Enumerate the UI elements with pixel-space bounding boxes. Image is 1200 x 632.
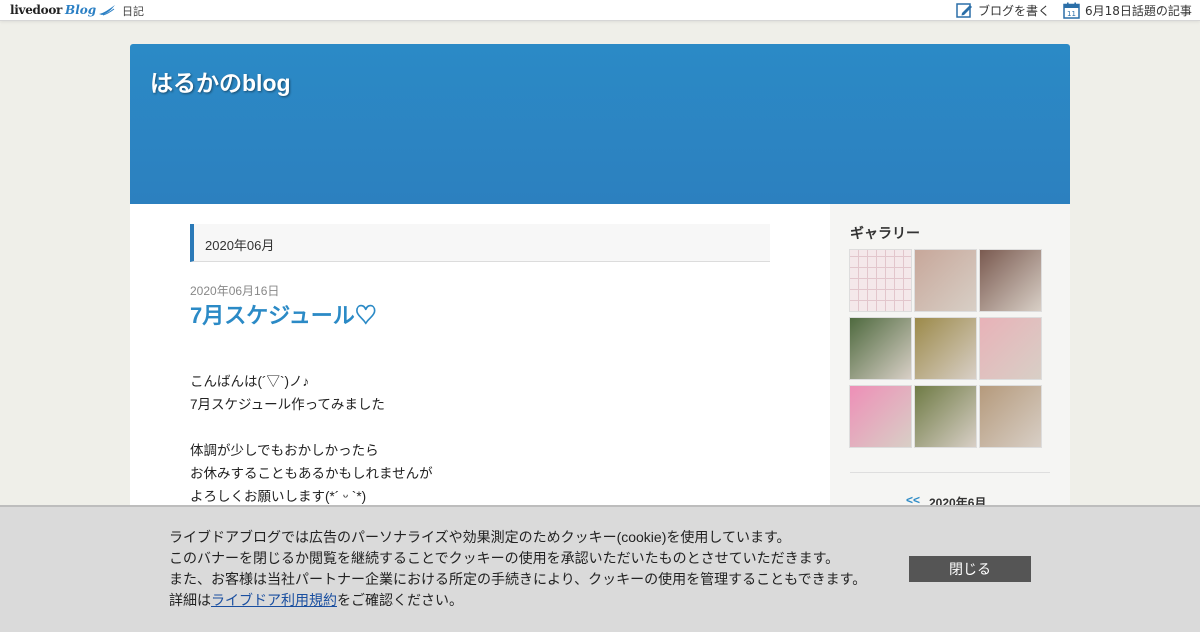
gallery-thumbnail[interactable] [980,386,1041,447]
topic-articles-link[interactable]: 11 6月18日話題の記事 [1063,1,1192,19]
terms-of-use-link[interactable]: ライブドア利用規約 [211,592,337,608]
post-line: 体調が少しでもおかしかったら [190,443,379,458]
blog-title[interactable]: はるかのblog [150,64,291,98]
pencil-icon [956,2,972,18]
gallery-thumbnail-schedule[interactable] [850,250,911,311]
livedoor-blog-logo[interactable]: livedoor Blog [10,2,116,18]
calendar-day-number: 11 [1067,10,1076,18]
post-line [190,416,433,439]
month-heading: 2020年06月 [205,238,275,253]
cookie-line: このバナーを閉じるか閲覧を継続することでクッキーの使用を承認いただいたものとさせ… [169,550,840,566]
post-date: 2020年06月16日 [190,284,280,298]
close-banner-button[interactable]: 閉じる [909,556,1031,582]
cookie-notice-text: ライブドアブログでは広告のパーソナライズや効果測定のためクッキー(cookie)… [169,527,866,611]
post-line: こんばんは(´▽`)ノ♪ [190,374,310,389]
gallery-title: ギャラリー [850,225,920,241]
sidebar-divider [850,472,1050,473]
gallery-thumbnail[interactable] [915,318,976,379]
cookie-line: 詳細はライブドア利用規約をご確認ください。 [169,590,866,611]
post-line: お休みすることもあるかもしれませんが [190,466,433,481]
post-body: こんばんは(´▽`)ノ♪ 7月スケジュール作ってみました 体調が少しでもおかしか… [190,370,433,508]
gallery-thumbnail[interactable] [915,250,976,311]
cookie-line: ライブドアブログでは広告のパーソナライズや効果測定のためクッキー(cookie)… [169,529,791,545]
topic-articles-label: 6月18日話題の記事 [1085,3,1192,18]
gallery-thumbnail[interactable] [850,318,911,379]
cookie-line: また、お客様は当社パートナー企業における所定の手続きにより、クッキーの使用を管理… [169,571,867,587]
write-blog-link[interactable]: ブログを書く [956,1,1050,19]
gallery-thumbnail[interactable] [915,386,976,447]
bird-icon [99,5,116,16]
logo-livedoor-text: livedoor [10,3,63,17]
write-blog-label: ブログを書く [978,3,1051,18]
gallery-thumbnail[interactable] [980,318,1041,379]
post-title[interactable]: 7月スケジュール♡ [190,298,377,330]
month-heading-box: 2020年06月 [190,224,770,262]
top-bar: livedoor Blog 日記 ブログを書く 11 6月18日話題の記事 [0,0,1200,21]
blog-header: はるかのblog [130,44,1070,204]
gallery-thumbnail[interactable] [850,386,911,447]
logo-blog-text: Blog [65,3,97,17]
cookie-banner: ライブドアブログでは広告のパーソナライズや効果測定のためクッキー(cookie)… [0,505,1200,632]
post-line: 7月スケジュール作ってみました [190,397,385,412]
gallery-thumbnail[interactable] [980,250,1041,311]
cookie-detail-suffix: をご確認ください。 [337,592,463,608]
nav-diary-link[interactable]: 日記 [122,3,144,19]
cookie-detail-prefix: 詳細は [169,592,211,608]
calendar-icon: 11 [1063,2,1080,19]
